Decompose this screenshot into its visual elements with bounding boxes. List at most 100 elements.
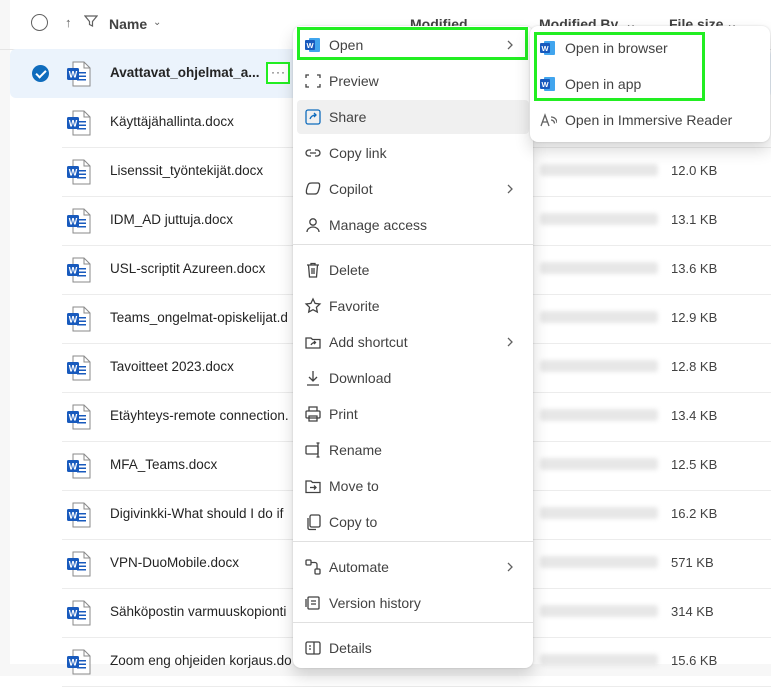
chevron-down-icon[interactable]: ⌄ [153, 17, 161, 28]
file-size: 13.6 KB [671, 261, 718, 276]
svg-text:W: W [69, 315, 78, 325]
file-name[interactable]: Zoom eng ohjeiden korjaus.do [110, 653, 292, 668]
menu-item-label: Copy to [329, 514, 378, 530]
person-icon [304, 216, 322, 234]
file-name[interactable]: Teams_ongelmat-opiskelijat.d [110, 310, 288, 325]
menu-item-label: Preview [329, 73, 379, 89]
modified-by-blurred [540, 409, 658, 421]
share-icon [304, 108, 322, 126]
menu-item-manage-access[interactable]: Manage access [297, 208, 529, 242]
menu-item-favorite[interactable]: Favorite [297, 289, 529, 323]
file-name[interactable]: Sähköpostin varmuuskopionti [110, 604, 286, 619]
row-checkbox[interactable] [32, 65, 49, 82]
preview-icon [304, 72, 322, 90]
menu-item-copy-link[interactable]: Copy link [297, 136, 529, 170]
modified-by-blurred [540, 164, 658, 176]
menu-item-label: Rename [329, 442, 382, 458]
file-name[interactable]: Digivinkki-What should I do if [110, 506, 283, 521]
menu-item-rename[interactable]: Rename [297, 433, 529, 467]
link-icon [304, 144, 322, 162]
file-size: 12.5 KB [671, 457, 718, 472]
submenu-item-label: Open in Immersive Reader [565, 112, 733, 128]
word-document-icon: W [65, 452, 93, 480]
file-name[interactable]: Tavoitteet 2023.docx [110, 359, 234, 374]
svg-text:W: W [69, 462, 78, 472]
word-document-icon: W [65, 550, 93, 578]
word-document-icon: W [65, 109, 93, 137]
select-all-checkbox[interactable] [31, 14, 48, 31]
file-name[interactable]: VPN-DuoMobile.docx [110, 555, 239, 570]
menu-item-add-shortcut[interactable]: Add shortcut [297, 325, 529, 359]
menu-item-print[interactable]: Print [297, 397, 529, 431]
file-name[interactable]: Lisenssit_työntekijät.docx [110, 163, 263, 178]
download-icon [304, 369, 322, 387]
file-size: 12.8 KB [671, 359, 718, 374]
modified-by-blurred [540, 311, 658, 323]
svg-text:W: W [69, 560, 78, 570]
file-size: 15.6 KB [671, 653, 718, 668]
menu-item-label: Print [329, 406, 358, 422]
svg-text:W: W [69, 266, 78, 276]
star-icon [304, 297, 322, 315]
menu-item-delete[interactable]: Delete [297, 253, 529, 287]
file-size: 12.9 KB [671, 310, 718, 325]
menu-item-copilot[interactable]: Copilot [297, 172, 529, 206]
column-header-name[interactable]: Name [109, 16, 147, 32]
file-size: 12.0 KB [671, 163, 718, 178]
svg-text:W: W [69, 511, 78, 521]
menu-item-label: Copy link [329, 145, 387, 161]
svg-text:W: W [69, 364, 78, 374]
chevron-right-icon [504, 335, 516, 353]
menu-divider [293, 244, 533, 245]
open-highlight [297, 27, 528, 60]
word-document-icon: W [65, 60, 93, 88]
word-document-icon: W [65, 599, 93, 627]
menu-item-label: Version history [329, 595, 421, 611]
shortcut-icon [304, 333, 322, 351]
modified-by-blurred [540, 507, 658, 519]
submenu-item-open-in-immersive-reader[interactable]: Open in Immersive Reader [534, 103, 766, 137]
file-size: 16.2 KB [671, 506, 718, 521]
svg-text:W: W [69, 70, 78, 80]
menu-item-version-history[interactable]: Version history [297, 586, 529, 620]
menu-item-label: Favorite [329, 298, 380, 314]
file-name[interactable]: MFA_Teams.docx [110, 457, 217, 472]
more-actions-button[interactable]: ··· [266, 62, 290, 84]
menu-item-label: Details [329, 640, 372, 656]
svg-text:W: W [69, 168, 78, 178]
move-icon [304, 477, 322, 495]
file-size: 314 KB [671, 604, 714, 619]
menu-item-copy-to[interactable]: Copy to [297, 505, 529, 539]
menu-item-move-to[interactable]: Move to [297, 469, 529, 503]
menu-item-label: Delete [329, 262, 370, 278]
modified-by-blurred [540, 605, 658, 617]
menu-item-download[interactable]: Download [297, 361, 529, 395]
menu-item-label: Add shortcut [329, 334, 408, 350]
modified-by-blurred [540, 360, 658, 372]
filter-icon[interactable] [83, 14, 99, 33]
menu-divider [293, 541, 533, 542]
menu-item-share[interactable]: Share [297, 100, 529, 134]
menu-item-label: Copilot [329, 181, 373, 197]
file-name[interactable]: Avattavat_ohjelmat_a... [110, 65, 260, 80]
file-name[interactable]: Etäyhteys-remote connection. [110, 408, 289, 423]
svg-text:W: W [69, 609, 78, 619]
open-options-highlight [534, 32, 705, 101]
word-document-icon: W [65, 403, 93, 431]
immersive-reader-icon [539, 111, 558, 129]
menu-item-label: Move to [329, 478, 379, 494]
file-name[interactable]: USL-scriptit Azureen.docx [110, 261, 265, 276]
modified-by-blurred [540, 262, 658, 274]
print-icon [304, 405, 322, 423]
menu-item-details[interactable]: Details [297, 631, 529, 665]
chevron-right-icon [504, 182, 516, 200]
menu-item-automate[interactable]: Automate [297, 550, 529, 584]
file-name[interactable]: IDM_AD juttuja.docx [110, 212, 233, 227]
file-size: 571 KB [671, 555, 714, 570]
file-size: 13.4 KB [671, 408, 718, 423]
sort-arrow-icon[interactable]: ↑ [65, 15, 72, 30]
menu-divider [293, 622, 533, 623]
file-name[interactable]: Käyttäjähallinta.docx [110, 114, 234, 129]
menu-item-preview[interactable]: Preview [297, 64, 529, 98]
ellipsis-icon: ··· [271, 65, 286, 79]
